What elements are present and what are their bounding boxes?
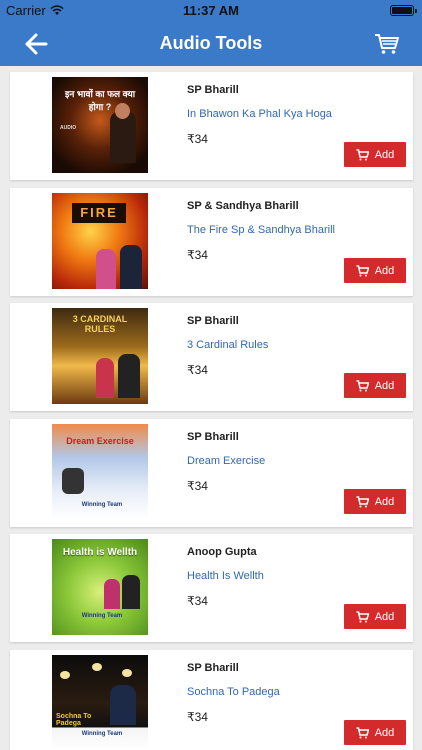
thumbnail-title: Health is Wellth (62, 547, 138, 558)
add-button-label: Add (374, 148, 395, 161)
product-list[interactable]: इन भावों का फल क्या होगा ? AUDIO SP Bhar… (0, 66, 422, 750)
product-author: SP Bharill (187, 315, 239, 327)
product-thumbnail: Sochna To Padega Winning Team (52, 655, 148, 750)
add-to-cart-button[interactable]: Add (344, 720, 406, 745)
cart-add-icon (356, 726, 369, 738)
list-item[interactable]: Health is Wellth Winning Team Anoop Gupt… (10, 534, 413, 642)
cart-add-icon (356, 495, 369, 507)
product-price: ₹34 (187, 479, 208, 493)
thumbnail-logo-text: Winning Team (81, 613, 123, 619)
product-name[interactable]: The Fire Sp & Sandhya Bharill (187, 224, 335, 236)
status-bar: Carrier 11:37 AM (0, 0, 422, 22)
thumbnail-label: AUDIO (60, 125, 77, 131)
product-price: ₹34 (187, 594, 208, 608)
product-thumbnail: 3 CARDINAL RULES (52, 308, 148, 404)
product-name[interactable]: Dream Exercise (187, 455, 265, 467)
cart-add-icon (356, 379, 369, 391)
cart-add-icon (356, 264, 369, 276)
cart-add-icon (356, 610, 369, 622)
list-item[interactable]: Sochna To Padega Winning Team SP Bharill… (10, 650, 413, 750)
list-item[interactable]: इन भावों का फल क्या होगा ? AUDIO SP Bhar… (10, 72, 413, 180)
cart-icon[interactable] (374, 32, 400, 56)
list-item[interactable]: Dream Exercise Winning Team SP Bharill D… (10, 419, 413, 527)
product-author: SP Bharill (187, 662, 239, 674)
list-item[interactable]: FIRE SP & Sandhya Bharill The Fire Sp & … (10, 188, 413, 296)
product-price: ₹34 (187, 248, 208, 262)
list-item[interactable]: 3 CARDINAL RULES SP Bharill 3 Cardinal R… (10, 303, 413, 411)
product-name[interactable]: In Bhawon Ka Phal Kya Hoga (187, 108, 332, 120)
product-thumbnail: Dream Exercise Winning Team (52, 424, 148, 520)
product-author: SP Bharill (187, 431, 239, 443)
product-price: ₹34 (187, 132, 208, 146)
add-to-cart-button[interactable]: Add (344, 142, 406, 167)
thumbnail-logo-text: Winning Team (81, 502, 123, 508)
battery-icon (390, 5, 417, 16)
product-author: SP & Sandhya Bharill (187, 200, 299, 212)
thumbnail-logo-text: Winning Team (81, 731, 123, 737)
cart-add-icon (356, 148, 369, 160)
product-thumbnail: FIRE (52, 193, 148, 289)
thumbnail-title: FIRE (72, 203, 126, 223)
add-to-cart-button[interactable]: Add (344, 489, 406, 514)
product-author: Anoop Gupta (187, 546, 257, 558)
product-price: ₹34 (187, 710, 208, 724)
product-name[interactable]: 3 Cardinal Rules (187, 339, 268, 351)
nav-bar: Audio Tools (0, 22, 422, 66)
add-button-label: Add (374, 379, 395, 392)
add-button-label: Add (374, 610, 395, 623)
product-name[interactable]: Sochna To Padega (187, 686, 280, 698)
product-name[interactable]: Health Is Wellth (187, 570, 264, 582)
product-thumbnail: Health is Wellth Winning Team (52, 539, 148, 635)
product-thumbnail: इन भावों का फल क्या होगा ? AUDIO (52, 77, 148, 173)
thumbnail-title: 3 CARDINAL RULES (72, 314, 128, 334)
add-button-label: Add (374, 495, 395, 508)
page-title: Audio Tools (159, 33, 263, 53)
add-button-label: Add (374, 264, 395, 277)
add-to-cart-button[interactable]: Add (344, 373, 406, 398)
add-button-label: Add (374, 726, 395, 739)
thumbnail-title: Sochna To Padega (56, 713, 92, 727)
product-author: SP Bharill (187, 84, 239, 96)
product-price: ₹34 (187, 363, 208, 377)
add-to-cart-button[interactable]: Add (344, 258, 406, 283)
add-to-cart-button[interactable]: Add (344, 604, 406, 629)
thumbnail-title: Dream Exercise (66, 436, 134, 446)
status-time: 11:37 AM (183, 3, 239, 18)
